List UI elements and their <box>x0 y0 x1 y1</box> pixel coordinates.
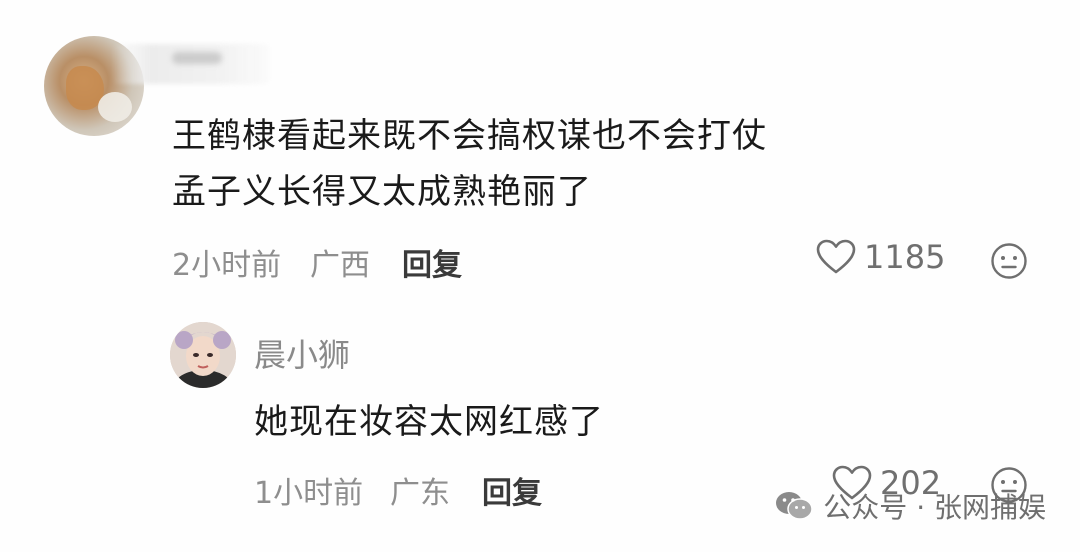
heart-outline-icon <box>816 239 856 274</box>
neutral-face-icon[interactable] <box>990 242 1028 280</box>
comment-text-line-1: 王鹤棣看起来既不会搞权谋也不会打仗 <box>172 116 767 156</box>
reply-reply-button[interactable]: 回复 <box>482 468 542 512</box>
reply-avatar[interactable] <box>170 322 236 388</box>
comment-reply-button[interactable]: 回复 <box>402 240 462 284</box>
watermark-text: 公众号 · 张网捕娱 <box>823 491 1046 524</box>
reply-location: 广东 <box>390 476 450 511</box>
reply-text: 她现在妆容太网红感了 <box>254 402 604 442</box>
comment-timestamp: 2小时前 <box>172 248 282 283</box>
commenter-name-redaction <box>172 52 222 64</box>
comment-location: 广西 <box>310 248 370 283</box>
comment-like-count: 1185 <box>864 238 946 276</box>
reply-username[interactable]: 晨小狮 <box>254 330 350 376</box>
comment-like-button[interactable]: 1185 <box>816 238 945 276</box>
comment-thread: 王鹤棣看起来既不会搞权谋也不会打仗 孟子义长得又太成熟艳丽了 2小时前 广西 回… <box>0 0 1080 552</box>
reply-timestamp: 1小时前 <box>254 476 364 511</box>
comment-text-line-2: 孟子义长得又太成熟艳丽了 <box>172 172 592 212</box>
watermark: 公众号 · 张网捕娱 <box>775 486 1046 526</box>
wechat-icon <box>776 492 814 520</box>
commenter-name-blurred <box>112 44 270 84</box>
